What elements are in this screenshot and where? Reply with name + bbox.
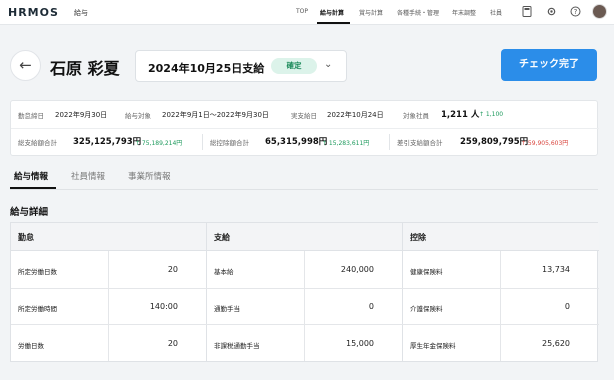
nav-bonus[interactable]: 賞与計算 — [359, 8, 383, 17]
nav-company[interactable]: 社員 — [490, 8, 502, 17]
deduction-label: 総控除額合計 — [210, 139, 249, 147]
closing-label: 勤怠締日 — [18, 112, 44, 120]
chevron-down-icon: ⌄ — [324, 59, 333, 70]
table-cell-label: 通勤手当 — [214, 305, 240, 313]
tab-office-info[interactable]: 事業所情報 — [128, 170, 171, 182]
app-logo[interactable]: HRMOS — [8, 6, 59, 19]
table-cell-label: 基本給 — [214, 268, 234, 276]
salary-detail-table: 勤怠 支給 控除 所定労働日数 20 基本給 240,000 健康保険料 13,… — [10, 222, 599, 362]
gross-change: ↑ 75,189,214円 — [135, 140, 183, 147]
net-label: 差引支給額合計 — [397, 139, 443, 147]
app-module-label: 給与 — [74, 9, 88, 17]
cell-divider — [108, 251, 109, 361]
nav-year-end[interactable]: 年末調整 — [452, 8, 476, 17]
user-avatar[interactable] — [592, 4, 607, 19]
table-cell-value: 0 — [564, 302, 570, 311]
arrow-left-icon: ← — [19, 56, 32, 74]
table-cell-label: 所定労働日数 — [18, 268, 57, 276]
pay-date-label: 2024年10月25日支給 — [148, 62, 265, 75]
column-divider — [206, 223, 207, 361]
table-cell-value: 140:00 — [149, 302, 178, 311]
gear-icon[interactable] — [545, 6, 557, 18]
period-label: 給与対象 — [125, 112, 151, 120]
table-cell-value: 0 — [368, 302, 374, 311]
calculator-icon[interactable] — [521, 6, 533, 18]
table-cell-value: 15,000 — [346, 339, 374, 348]
column-divider — [402, 223, 403, 361]
table-cell-value: 25,620 — [542, 339, 570, 348]
paid-value: 2022年10月24日 — [327, 111, 384, 119]
employees-label: 対象社員 — [403, 112, 429, 120]
table-cell-label: 労働日数 — [18, 342, 44, 350]
summary-separator — [389, 134, 390, 150]
tab-employee-info[interactable]: 社員情報 — [71, 170, 105, 182]
nav-procedures[interactable]: 各種手続・管理 — [397, 8, 439, 17]
gross-label: 総支給額合計 — [18, 139, 57, 147]
table-header: 勤怠 支給 控除 — [11, 223, 599, 251]
top-navbar: HRMOS 給与 TOP 給与計算 賞与計算 各種手続・管理 年末調整 社員 ? — [0, 0, 614, 25]
check-complete-button[interactable]: チェック完了 — [501, 49, 597, 81]
tab-divider — [10, 189, 598, 190]
net-value: 259,809,795円 — [460, 137, 529, 147]
nav-payroll[interactable]: 給与計算 — [320, 8, 344, 17]
pay-date-selector[interactable]: 2024年10月25日支給 確定 ⌄ — [135, 50, 347, 82]
table-cell-label: 厚生年金保険料 — [410, 342, 456, 350]
nav-active-indicator — [317, 22, 350, 24]
summary-separator — [202, 134, 203, 150]
status-badge: 確定 — [271, 58, 317, 74]
table-cell-label: 介護保険料 — [410, 305, 443, 313]
table-cell-value: 240,000 — [340, 265, 374, 274]
payment-header: 支給 — [214, 233, 230, 242]
tab-active-indicator — [10, 187, 56, 189]
section-title: 給与詳細 — [10, 207, 49, 218]
back-button[interactable]: ← — [10, 50, 41, 81]
deduction-header: 控除 — [410, 233, 426, 242]
table-cell-label: 健康保険料 — [410, 268, 443, 276]
period-value: 2022年9月1日〜2022年9月30日 — [162, 111, 269, 119]
employee-name: 石原 彩夏 — [50, 59, 120, 78]
paid-label: 実支給日 — [291, 112, 317, 120]
employees-change: ↑ 1,100 — [479, 111, 504, 118]
table-cell-value: 13,734 — [542, 265, 570, 274]
attendance-header: 勤怠 — [18, 233, 34, 242]
table-cell-label: 非課税通勤手当 — [214, 342, 260, 350]
closing-value: 2022年9月30日 — [55, 111, 108, 119]
table-cell-value: 20 — [167, 339, 178, 348]
nav-top[interactable]: TOP — [296, 8, 308, 15]
cell-divider — [500, 251, 501, 361]
svg-text:?: ? — [573, 8, 577, 16]
table-cell-label: 所定労働時間 — [18, 305, 57, 313]
deduction-value: 65,315,998円 — [265, 137, 328, 147]
tab-salary-info[interactable]: 給与情報 — [14, 170, 48, 182]
employees-value: 1,211 人 — [441, 110, 480, 120]
gross-value: 325,125,793円 — [73, 137, 142, 147]
summary-divider — [11, 128, 599, 129]
summary-panel: 勤怠締日 2022年9月30日 給与対象 2022年9月1日〜2022年9月30… — [10, 100, 599, 156]
net-change: ↑ 59,905,603円 — [521, 140, 569, 147]
deduction-change: ↑ 15,283,611円 — [322, 140, 370, 147]
help-icon[interactable]: ? — [569, 6, 581, 18]
table-cell-value: 20 — [167, 265, 178, 274]
row-divider — [11, 324, 599, 325]
row-divider — [11, 288, 599, 289]
cell-divider — [304, 251, 305, 361]
